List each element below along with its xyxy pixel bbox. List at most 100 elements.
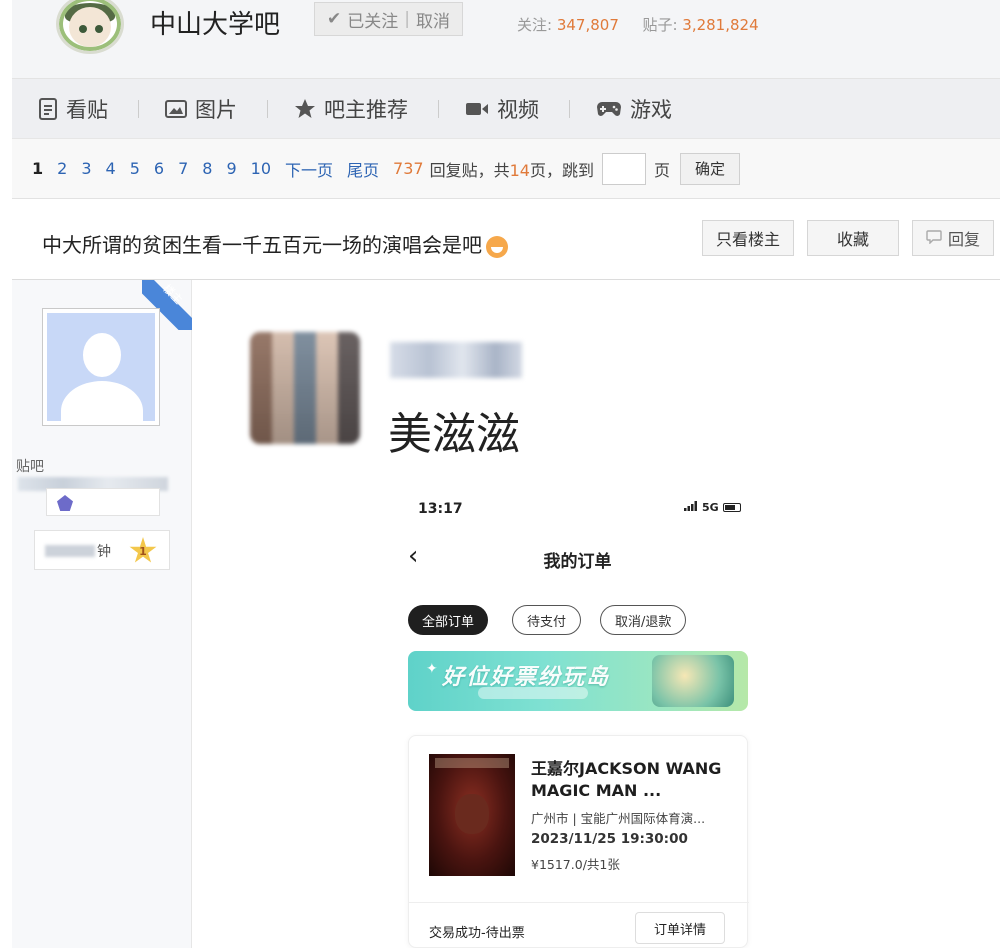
page-jump-input[interactable]	[601, 152, 646, 185]
page-link-current: 1	[32, 159, 44, 178]
forum-header: 中山大学吧 ✔ 已关注 | 取消 关注: 347,807 贴子: 3,281,8…	[0, 0, 1000, 78]
tab-video[interactable]: 视频	[465, 79, 569, 139]
tab-recommended-label: 吧主推荐	[324, 97, 408, 122]
level-number: 1	[139, 545, 147, 558]
speech-bubble-icon	[926, 229, 942, 248]
event-venue: 广州市 | 宝能广州国际体育演...	[531, 811, 706, 826]
gem-icon	[57, 495, 73, 511]
tab-posts[interactable]: 看贴	[38, 79, 138, 139]
forum-stats: 关注: 347,807 贴子: 3,281,824	[517, 14, 759, 35]
order-price: ¥1517.0/共1张	[531, 857, 620, 872]
sparkle-icon: ✦	[426, 661, 438, 677]
page-link[interactable]: 8	[202, 159, 212, 178]
page-link[interactable]: 3	[81, 159, 91, 178]
author-name[interactable]: 贴吧	[16, 456, 191, 492]
network-label: 5G	[702, 501, 719, 514]
default-avatar-body	[61, 381, 143, 421]
level-badge[interactable]: 钟 1	[34, 530, 170, 570]
phone-time: 13:17	[418, 501, 463, 517]
follow-separator: |	[404, 9, 410, 29]
video-icon	[465, 101, 489, 117]
order-tab-all: 全部订单	[408, 605, 489, 635]
page-link[interactable]: 4	[106, 159, 116, 178]
signal-icon	[684, 501, 698, 514]
image-icon	[165, 99, 187, 118]
tab-games-label: 游戏	[630, 97, 672, 122]
blurred-username	[390, 342, 522, 378]
post-title-text: 中大所谓的贫困生看一千五百元一场的演唱会是吧	[42, 233, 482, 257]
concert-poster	[429, 754, 515, 876]
collect-button[interactable]: 收藏	[807, 220, 899, 256]
pagination: 1 2 3 4 5 6 7 8 9 10 下一页 尾页 737 回复贴，共14页…	[12, 138, 1000, 198]
author-sidebar: 楼主 贴吧 钟 1	[12, 280, 192, 948]
next-page-link[interactable]: 下一页	[285, 157, 333, 181]
check-icon: ✔	[327, 9, 342, 29]
document-icon	[38, 97, 58, 120]
page-link[interactable]: 6	[154, 159, 164, 178]
tab-video-label: 视频	[497, 97, 539, 122]
order-tab-refund: 取消/退款	[600, 605, 687, 635]
tab-images-label: 图片	[195, 97, 237, 122]
banner-subtext	[478, 687, 588, 699]
gamepad-icon	[596, 100, 622, 118]
order-tab-pending-payment: 待支付	[512, 605, 582, 635]
phone-page-title: 我的订单	[543, 552, 612, 572]
tab-recommended[interactable]: 吧主推荐	[294, 79, 438, 139]
reply-button[interactable]: 回复	[912, 220, 994, 256]
tab-posts-label: 看贴	[66, 97, 108, 122]
forum-nav: 看贴 图片 吧主推荐 视频 游戏	[12, 78, 1000, 138]
author-avatar[interactable]	[42, 308, 160, 426]
page-link[interactable]: 5	[130, 159, 140, 178]
post-title-bar: 中大所谓的贫困生看一千五百元一场的演唱会是吧 只看楼主 收藏 回复	[12, 198, 1000, 280]
level-star-icon: 1	[129, 537, 157, 563]
battery-icon	[722, 503, 741, 512]
order-card: 王嘉尔JACKSON WANG MAGIC MAN ... 广州市 | 宝能广州…	[408, 735, 749, 948]
unfollow-button[interactable]: 取消	[416, 7, 450, 32]
phone-screenshot[interactable]: 13:17 5G ‹ 我的订单 全部订单 待支付 取消/退款 ✦ 好位好票纷玩岛…	[400, 485, 755, 948]
followers-label: 关注:	[517, 16, 553, 34]
confirm-button[interactable]: 确定	[679, 152, 740, 185]
page-info: 回复贴，共14页，跳到	[430, 157, 594, 181]
total-pages: 14	[509, 160, 530, 180]
member-badge[interactable]	[46, 488, 160, 516]
star-icon	[294, 98, 316, 120]
order-status: 交易成功-待出票	[429, 926, 525, 941]
page-unit-label: 页	[653, 160, 670, 180]
level-title-blurred	[45, 545, 95, 557]
banner-illustration	[652, 655, 734, 707]
reply-button-label: 回复	[947, 230, 980, 249]
post-content: 美滋滋 13:17 5G ‹ 我的订单 全部订单 待支付 取消/退款 ✦ 好位好…	[193, 280, 1000, 948]
level-title: 钟	[97, 544, 111, 560]
order-divider	[409, 902, 749, 903]
phone-status-bar: 5G	[684, 501, 741, 514]
author-name-prefix: 贴吧	[16, 459, 44, 475]
forum-logo[interactable]	[56, 0, 124, 54]
event-title: 王嘉尔JACKSON WANG MAGIC MAN ...	[531, 759, 722, 800]
pixelated-profile-picture	[250, 332, 360, 444]
forum-name[interactable]: 中山大学吧	[150, 4, 280, 41]
follow-state-label: 已关注	[347, 11, 399, 32]
follow-button[interactable]: ✔ 已关注 | 取消	[314, 2, 463, 36]
post-title: 中大所谓的贫困生看一千五百元一场的演唱会是吧	[42, 229, 508, 258]
page-link[interactable]: 10	[251, 159, 271, 178]
tab-images[interactable]: 图片	[165, 79, 267, 139]
reply-count: 737	[393, 159, 424, 178]
posts-label: 贴子:	[642, 16, 678, 34]
promo-banner: ✦ 好位好票纷玩岛	[408, 651, 748, 711]
only-op-button[interactable]: 只看楼主	[702, 220, 794, 256]
order-detail-button: 订单详情	[635, 912, 725, 944]
tab-games[interactable]: 游戏	[596, 79, 702, 139]
default-avatar-head	[83, 333, 121, 377]
grin-emoji-icon	[486, 235, 508, 258]
page-link[interactable]: 2	[57, 159, 67, 178]
jump-label: 页，跳到	[529, 160, 594, 180]
last-page-link[interactable]: 尾页	[347, 157, 379, 181]
post-caption: 美滋滋	[388, 409, 520, 460]
page-link[interactable]: 7	[178, 159, 188, 178]
posts-count: 3,281,824	[682, 16, 759, 34]
event-datetime: 2023/11/25 19:30:00	[531, 831, 688, 847]
logo-wreath	[59, 0, 121, 51]
reply-label: 回复贴，共	[429, 160, 510, 180]
page-link[interactable]: 9	[226, 159, 236, 178]
followers-count: 347,807	[556, 16, 619, 34]
